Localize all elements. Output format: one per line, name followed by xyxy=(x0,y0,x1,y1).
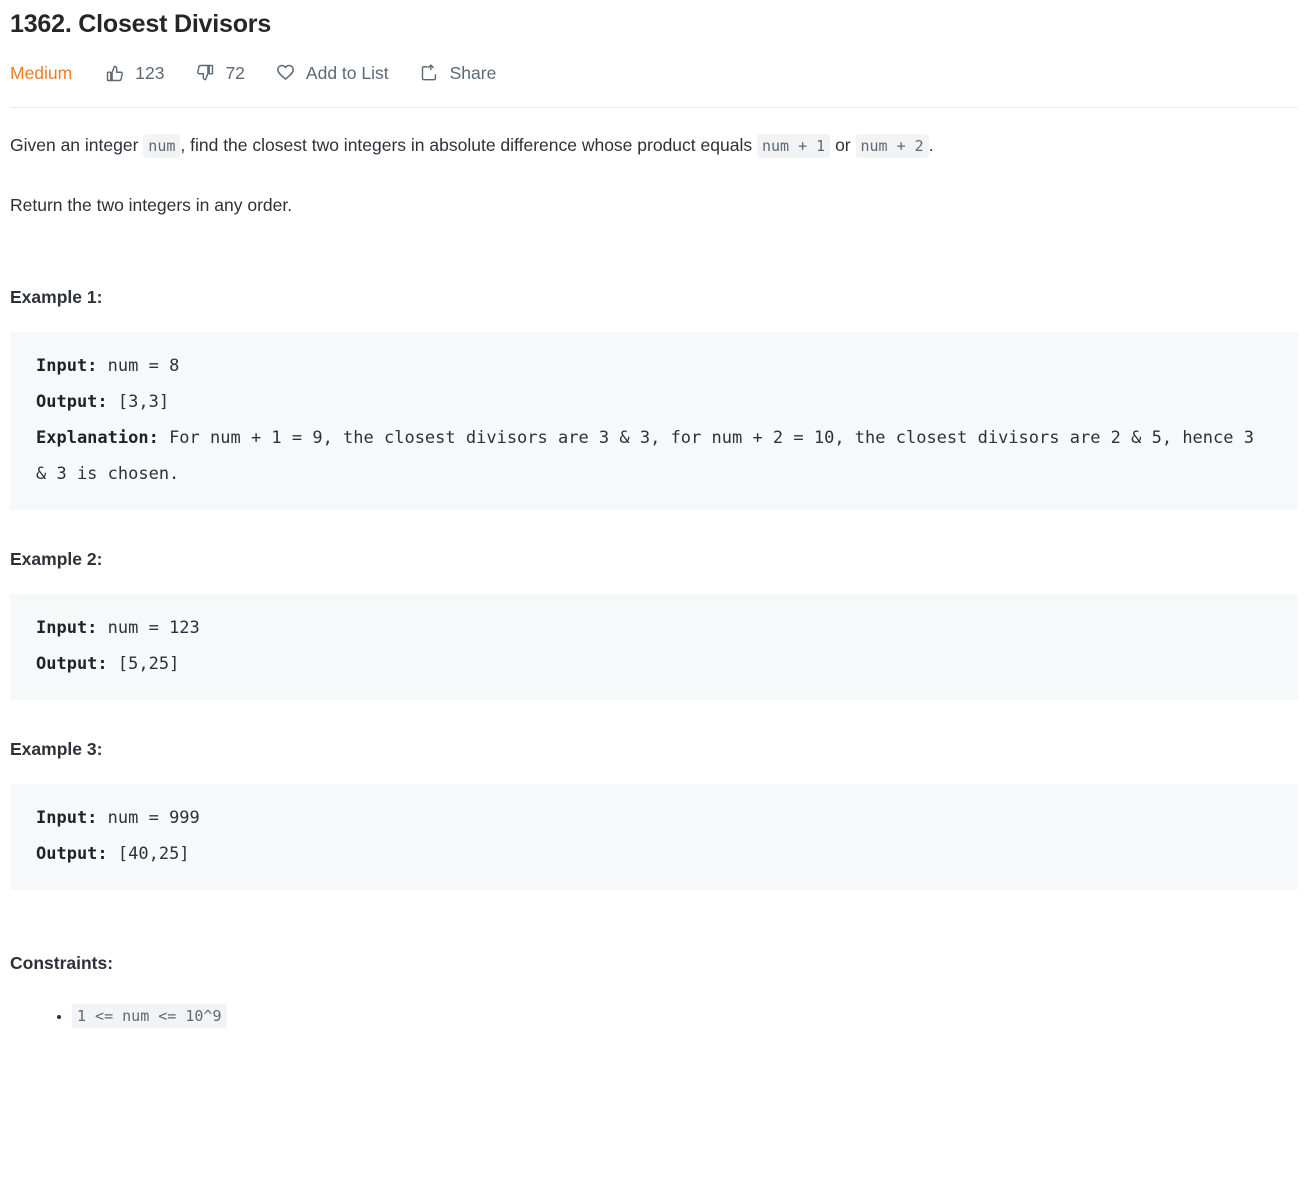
example-spacer-1 xyxy=(10,510,1298,546)
description-text-4: . xyxy=(928,135,934,155)
example-3-block: Input: num = 999 Output: [40,25] xyxy=(10,784,1298,890)
example-3-input-label: Input: xyxy=(36,808,98,828)
constraints-list: 1 <= num <= 10^9 xyxy=(10,998,1298,1033)
example-1-input-value: num = 8 xyxy=(97,356,180,376)
heart-icon xyxy=(275,62,297,84)
example-3-input-value: num = 999 xyxy=(97,808,200,828)
inline-code-num: num xyxy=(143,134,181,158)
example-1-output-value: [3,3] xyxy=(107,392,170,412)
example-2-output-value: [5,25] xyxy=(107,654,180,674)
example-3-output-value: [40,25] xyxy=(107,844,190,864)
constraints-spacer xyxy=(10,890,1298,950)
example-1-heading: Example 1: xyxy=(10,287,103,307)
example-3-output-label: Output: xyxy=(36,844,108,864)
dislike-button[interactable]: 72 xyxy=(194,62,245,84)
add-to-list-label: Add to List xyxy=(305,63,389,83)
like-count: 123 xyxy=(135,63,165,83)
title-row: 1362. Closest Divisors xyxy=(0,0,1308,40)
example-2-heading: Example 2: xyxy=(10,549,103,569)
page-title: 1362. Closest Divisors xyxy=(10,10,272,38)
difficulty-badge: Medium xyxy=(10,63,73,83)
inline-code-num-plus-2: num + 2 xyxy=(855,134,929,158)
share-label: Share xyxy=(449,63,497,83)
example-2-input-value: num = 123 xyxy=(97,618,200,638)
like-button[interactable]: 123 xyxy=(104,62,164,84)
problem-page: 1362. Closest Divisors Medium 123 72 Add… xyxy=(0,0,1308,1033)
example-1-explanation-label: Explanation: xyxy=(36,428,159,448)
example-1-block: Input: num = 8 Output: [3,3] Explanation… xyxy=(10,332,1298,510)
thumbs-up-icon xyxy=(104,62,126,84)
share-icon xyxy=(419,62,441,84)
example-spacer-2 xyxy=(10,700,1298,736)
description-text-1: Given an integer xyxy=(10,135,139,155)
thumbs-down-icon xyxy=(194,62,216,84)
example-3-heading: Example 3: xyxy=(10,739,103,759)
problem-content: Given an integer num, find the closest t… xyxy=(0,108,1308,1033)
description-text-2: , find the closest two integers in absol… xyxy=(180,135,753,155)
example-1-explanation-value: For num + 1 = 9, the closest divisors ar… xyxy=(36,428,1265,484)
add-to-list-button[interactable]: Add to List xyxy=(275,62,389,84)
example-1-output-label: Output: xyxy=(36,392,108,412)
example-2-block: Input: num = 123 Output: [5,25] xyxy=(10,594,1298,700)
list-item: 1 <= num <= 10^9 xyxy=(72,998,1298,1033)
description-text-3: or xyxy=(835,135,851,155)
return-paragraph: Return the two integers in any order. xyxy=(10,195,293,215)
share-button[interactable]: Share xyxy=(419,62,497,84)
problem-meta-bar: Medium 123 72 Add to List Share xyxy=(0,40,1308,90)
example-2-output-label: Output: xyxy=(36,654,108,674)
inline-code-num-plus-1: num + 1 xyxy=(756,134,831,158)
dislike-count: 72 xyxy=(225,63,245,83)
example-2-input-label: Input: xyxy=(36,618,98,638)
constraints-heading: Constraints: xyxy=(10,953,114,973)
description-paragraph: Given an integer num, find the closest t… xyxy=(10,108,1298,165)
inline-code-constraint-1: 1 <= num <= 10^9 xyxy=(72,1004,227,1028)
example-1-input-label: Input: xyxy=(36,356,98,376)
